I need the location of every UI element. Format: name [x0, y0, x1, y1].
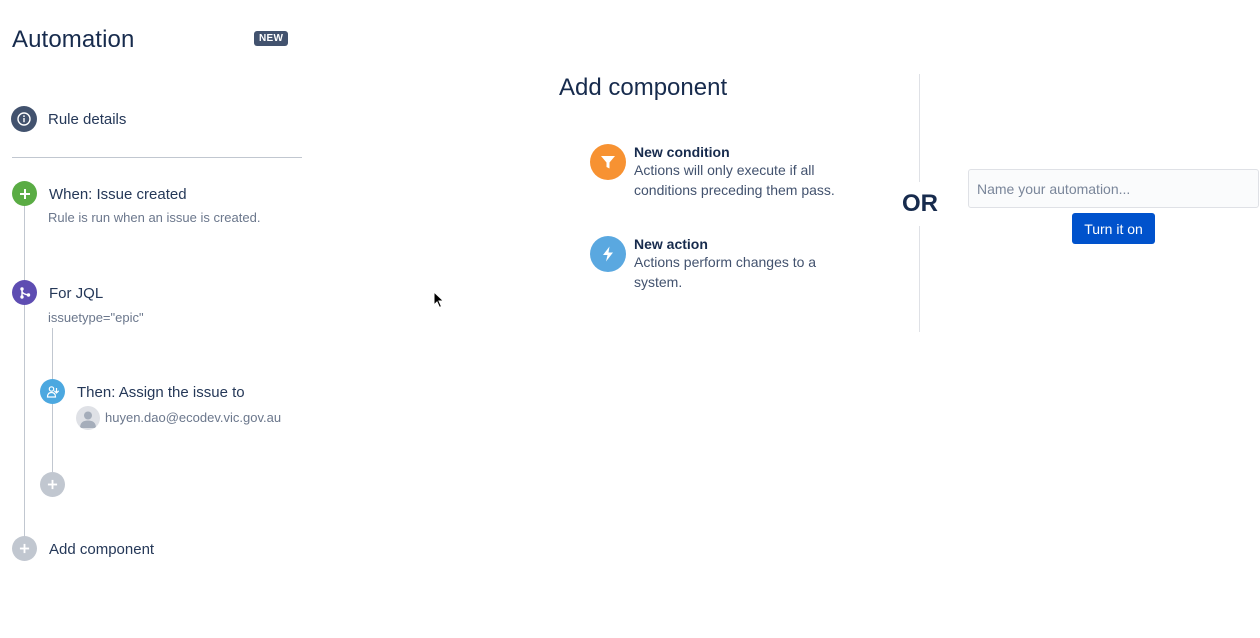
branch-icon	[12, 280, 37, 305]
separator-line	[919, 226, 920, 332]
add-component-label: Add component	[49, 541, 155, 558]
trigger-subtitle: Rule is run when an issue is created.	[48, 210, 261, 225]
sidebar-divider	[12, 157, 302, 158]
separator-line	[919, 74, 920, 182]
plus-icon	[47, 479, 58, 490]
rule-details-label: Rule details	[48, 111, 127, 128]
trigger-item[interactable]: When: Issue created Rule is run when an …	[12, 181, 302, 231]
flow-connector	[24, 204, 25, 538]
new-condition-option[interactable]: New condition Actions will only execute …	[590, 144, 860, 204]
add-branch-component-button[interactable]	[40, 472, 65, 497]
mouse-cursor-icon	[433, 291, 445, 309]
new-action-title: New action	[634, 236, 708, 252]
avatar	[76, 406, 100, 430]
plus-icon	[12, 181, 37, 206]
new-badge: NEW	[254, 31, 289, 46]
new-condition-title: New condition	[634, 144, 730, 160]
info-icon	[11, 106, 37, 132]
lightning-icon	[590, 236, 626, 272]
plus-icon	[12, 536, 37, 561]
action-item[interactable]: Then: Assign the issue to huyen.dao@ecod…	[40, 379, 302, 433]
app-title: Automation	[12, 26, 135, 53]
assignee-email: huyen.dao@ecodev.vic.gov.au	[105, 410, 282, 425]
or-label: OR	[902, 190, 938, 217]
automation-name-input[interactable]	[968, 169, 1259, 208]
turn-it-on-button[interactable]: Turn it on	[1072, 213, 1155, 244]
new-action-description: Actions perform changes to a system.	[634, 254, 817, 290]
assign-user-icon	[40, 379, 65, 404]
filter-icon	[590, 144, 626, 180]
new-action-option[interactable]: New action Actions perform changes to a …	[590, 236, 860, 296]
rule-details-item[interactable]: Rule details	[11, 106, 301, 134]
add-component-item[interactable]: Add component	[12, 536, 212, 562]
branch-subtitle: issuetype="epic"	[48, 310, 144, 325]
add-component-heading: Add component	[559, 74, 728, 101]
action-title: Then: Assign the issue to	[77, 384, 245, 401]
new-condition-description: Actions will only execute if all conditi…	[634, 162, 835, 198]
branch-title: For JQL	[49, 285, 104, 302]
trigger-title: When: Issue created	[49, 186, 187, 203]
branch-item[interactable]: For JQL issuetype="epic"	[12, 280, 302, 330]
